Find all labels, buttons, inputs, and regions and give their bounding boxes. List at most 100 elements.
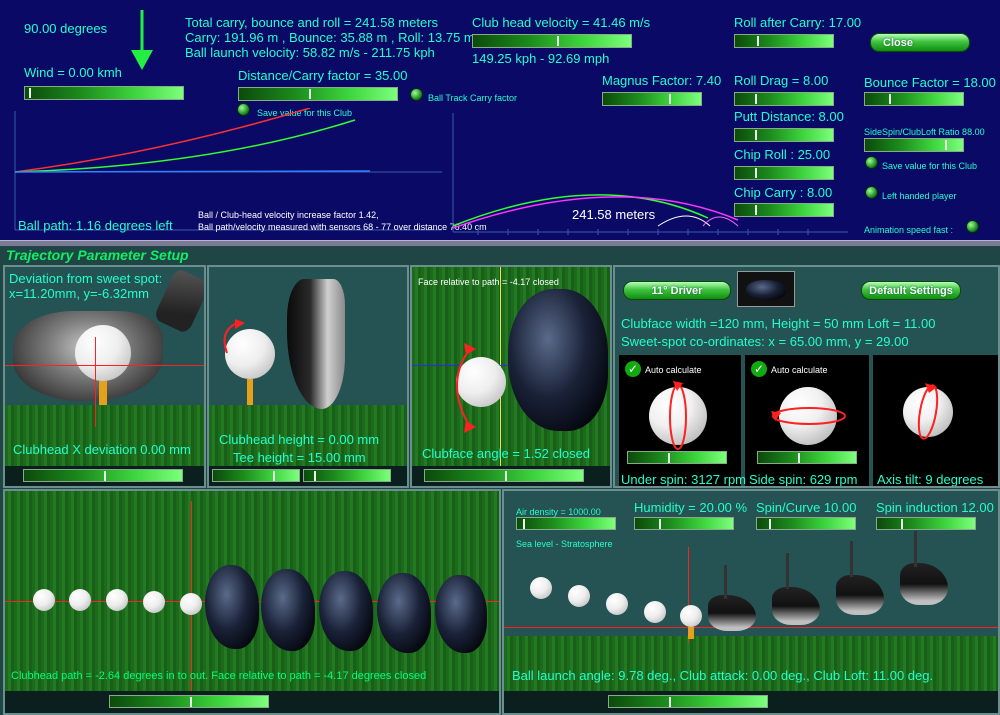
magnus-slider[interactable] (602, 92, 702, 106)
golf-ball-image (75, 325, 131, 381)
auto-calc-label: Auto calculate (645, 365, 702, 375)
club-settings-panel: 11° Driver Default Settings Clubface wid… (613, 265, 1000, 488)
animation-speed-radio[interactable] (967, 221, 978, 232)
under-spin-label: Under spin: 3127 rpm (621, 472, 747, 487)
wind-label: Wind = 0.00 kmh (24, 65, 122, 80)
under-spin-slider[interactable] (627, 451, 727, 464)
clubhead-path-panel: Clubhead path = -2.64 degrees in to out.… (3, 489, 501, 715)
clubhead-height-slider[interactable] (212, 469, 300, 482)
humidity-slider[interactable] (634, 517, 734, 530)
save-club2-label: Save value for this Club (882, 161, 978, 171)
spin-induction-slider[interactable] (876, 517, 976, 530)
default-settings-button[interactable]: Default Settings (861, 281, 961, 300)
wind-direction-label: 90.00 degrees (24, 21, 108, 36)
roll-after-carry-slider[interactable] (734, 34, 834, 48)
tee-height-label: Tee height = 15.00 mm (233, 450, 366, 465)
launch-club-3 (836, 575, 884, 615)
clubhead-path-slider[interactable] (109, 695, 269, 708)
roll-after-carry-label: Roll after Carry: 17.00 (734, 15, 862, 30)
launch-club-2 (772, 587, 820, 625)
launch-atmosphere-panel: Air density = 1000.00 Sea level - Strato… (502, 489, 1000, 715)
driver-button[interactable]: 11° Driver (623, 281, 731, 300)
launch-angle-slider[interactable] (608, 695, 768, 708)
clubhead-top-image (508, 289, 608, 431)
axis-tilt-box (873, 355, 998, 486)
top-control-panel: 90.00 degrees Wind = 0.00 kmh Total carr… (0, 0, 1000, 240)
under-spin-arrow-icon[interactable] (663, 379, 693, 455)
auto-calc-label: Auto calculate (771, 365, 828, 375)
path-ball-5 (180, 593, 202, 615)
path-ball-3 (106, 589, 128, 611)
launch-ball-4 (644, 601, 666, 623)
roll-drag-slider[interactable] (734, 92, 834, 106)
close-button[interactable]: Close (870, 33, 970, 52)
clubhead-height-label: Clubhead height = 0.00 mm (219, 432, 380, 447)
driver-thumbnail[interactable] (737, 271, 795, 307)
clubhead-path-label: Clubhead path = -2.64 degrees in to out.… (11, 670, 427, 682)
path-ball-1 (33, 589, 55, 611)
launch-club-4 (900, 563, 948, 605)
total-carry-label: Total carry, bounce and roll = 241.58 me… (185, 15, 439, 30)
side-spin-arrow-icon[interactable] (769, 401, 849, 431)
clubface-angle-label: Clubface angle = 1.52 closed (422, 446, 591, 461)
left-handed-label: Left handed player (882, 191, 957, 201)
rotate-arrow-icon[interactable] (217, 317, 257, 357)
club-velocity-label: Club head velocity = 41.46 m/s (472, 15, 651, 30)
setup-title: Trajectory Parameter Setup (6, 247, 189, 263)
left-handed-radio[interactable] (866, 187, 877, 198)
spin-curve-label: Spin/Curve 10.00 (756, 500, 857, 515)
sidespin-ratio-slider[interactable] (864, 138, 964, 152)
clubface-dimensions-label: Clubface width =120 mm, Height = 50 mm L… (621, 316, 936, 331)
clubface-angle-slider[interactable] (424, 469, 584, 482)
wind-direction-arrow-icon[interactable] (128, 10, 156, 72)
sea-level-label: Sea level - Stratosphere (516, 539, 613, 549)
kph-mph-label: 149.25 kph - 92.69 mph (472, 51, 610, 66)
tee-image (99, 381, 107, 405)
sensors-label: Ball path/velocity measured with sensors… (198, 222, 487, 232)
grass (5, 405, 204, 467)
bounce-factor-slider[interactable] (864, 92, 964, 106)
x-deviation-label: Clubhead X deviation 0.00 mm (13, 442, 191, 457)
save-club2-radio[interactable] (866, 157, 877, 168)
wind-slider[interactable] (24, 86, 184, 100)
spin-curve-slider[interactable] (756, 517, 856, 530)
deviation-label: Deviation from sweet spot: (9, 271, 163, 286)
air-density-slider[interactable] (516, 517, 616, 530)
spin-induction-label: Spin induction 12.00 (876, 500, 994, 515)
roll-drag-label: Roll Drag = 8.00 (734, 73, 829, 88)
magnus-label: Magnus Factor: 7.40 (602, 73, 722, 88)
grass (504, 636, 998, 697)
axis-tilt-arrow-icon[interactable] (899, 381, 957, 443)
launch-angle-label: Ball launch angle: 9.78 deg., Club attac… (512, 668, 934, 683)
auto-calc-check-icon[interactable]: ✓ (751, 361, 767, 377)
deviation-xy-label: x=11.20mm, y=-6.32mm (9, 286, 149, 301)
side-spin-box: ✓ Auto calculate (745, 355, 869, 486)
side-spin-label: Side spin: 629 rpm (749, 472, 858, 487)
sweetspot-coords-label: Sweet-spot co-ordinates: x = 65.00 mm, y… (621, 334, 909, 349)
launch-ball-5 (680, 605, 702, 627)
launch-club-1 (708, 595, 756, 631)
face-relative-label: Face relative to path = -4.17 closed (418, 277, 559, 287)
launch-velocity-label: Ball launch velocity: 58.82 m/s - 211.75… (185, 45, 435, 60)
under-spin-box: ✓ Auto calculate (619, 355, 741, 486)
path-ball-2 (69, 589, 91, 611)
rotate-face-icon[interactable] (442, 343, 482, 433)
launch-ball-1 (530, 577, 552, 599)
sidespin-ratio-label: SideSpin/ClubLoft Ratio 88.00 (864, 127, 985, 137)
launch-ball-3 (606, 593, 628, 615)
side-spin-slider[interactable] (757, 451, 857, 464)
carry-bounce-roll-label: Carry: 191.96 m , Bounce: 35.88 m , Roll… (185, 30, 475, 45)
club-side-image (287, 279, 345, 409)
humidity-label: Humidity = 20.00 % (634, 500, 748, 515)
distance-factor-slider[interactable] (238, 87, 398, 101)
sweet-spot-panel: Deviation from sweet spot: x=11.20mm, y=… (3, 265, 206, 488)
auto-calc-check-icon[interactable]: ✓ (625, 361, 641, 377)
tee-height-slider[interactable] (303, 469, 391, 482)
x-deviation-slider[interactable] (23, 469, 183, 482)
path-ball-4 (143, 591, 165, 613)
clubface-angle-panel: Face relative to path = -4.17 closed Clu… (410, 265, 612, 488)
ball-track-radio[interactable] (411, 89, 422, 100)
club-velocity-slider[interactable] (472, 34, 632, 48)
clubhead-height-panel: Clubhead height = 0.00 mm Tee height = 1… (207, 265, 409, 488)
distance-factor-label: Distance/Carry factor = 35.00 (238, 68, 408, 83)
